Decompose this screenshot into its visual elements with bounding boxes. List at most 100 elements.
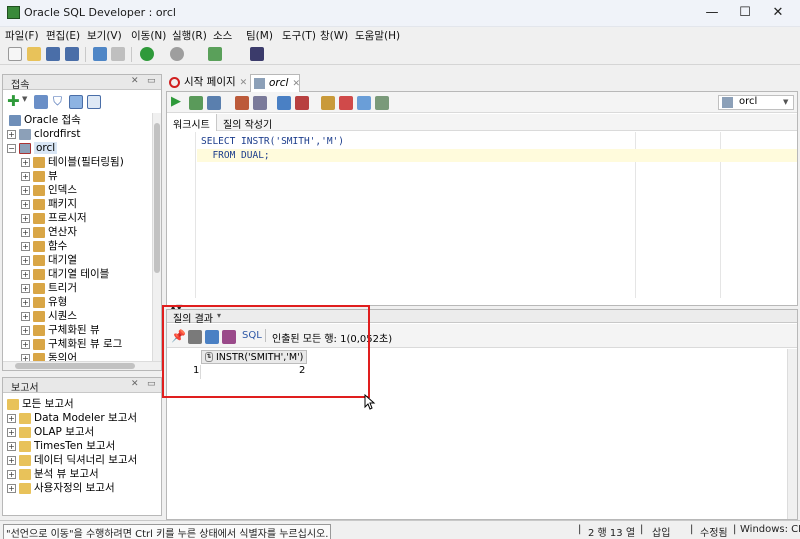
connection-selector[interactable]: orcl ▼: [718, 95, 794, 110]
tree-item[interactable]: + 데이터 딕셔너리 보고서: [7, 453, 159, 467]
menu-file[interactable]: 파일(F): [5, 28, 39, 43]
forward-icon[interactable]: [170, 47, 184, 61]
expand-icon[interactable]: +: [21, 325, 30, 335]
redo-icon[interactable]: [111, 47, 125, 61]
schema-browser-icon[interactable]: [69, 95, 83, 109]
tree-item[interactable]: + 프로시저: [7, 211, 152, 225]
back-icon[interactable]: [140, 47, 154, 61]
code-area[interactable]: SELECT INSTR('SMITH','M') FROM DUAL;: [167, 132, 797, 298]
expand-icon[interactable]: +: [21, 171, 30, 181]
maximize-button[interactable]: ☐: [731, 4, 759, 22]
collapse-icon[interactable]: [87, 95, 101, 109]
tab-start-page[interactable]: 시작 페이지 ✕: [166, 74, 248, 91]
menu-source[interactable]: 소스: [213, 28, 232, 43]
save-all-icon[interactable]: [65, 47, 79, 61]
sql-tuning-icon[interactable]: [321, 96, 335, 110]
binoculars-icon[interactable]: [250, 47, 264, 61]
add-connection-icon[interactable]: ✚: [7, 92, 20, 110]
menu-team[interactable]: 팀(M): [246, 28, 273, 43]
tree-item[interactable]: + 인덱스: [7, 183, 152, 197]
clear-icon[interactable]: [295, 96, 309, 110]
tree-item[interactable]: + 뷰: [7, 169, 152, 183]
tab-query-builder[interactable]: 질의 작성기: [223, 116, 272, 131]
filter-icon[interactable]: ⛉: [53, 94, 62, 109]
tree-item[interactable]: + 시퀀스: [7, 309, 152, 323]
menu-run[interactable]: 실행(R): [172, 28, 207, 43]
collapse-node-icon[interactable]: −: [7, 143, 16, 153]
autotrace-icon[interactable]: [277, 96, 291, 110]
tree-item[interactable]: + 대기열 테이블: [7, 267, 152, 281]
menu-tools[interactable]: 도구(T): [282, 28, 316, 43]
expand-icon[interactable]: +: [21, 157, 30, 167]
expand-icon[interactable]: +: [7, 427, 16, 437]
close-icon[interactable]: ✕: [240, 78, 248, 88]
tree-scrollbar[interactable]: [152, 113, 161, 363]
rollback-icon[interactable]: [235, 96, 249, 110]
expand-icon[interactable]: +: [21, 339, 30, 349]
tree-item[interactable]: + 분석 뷰 보고서: [7, 467, 159, 481]
expand-icon[interactable]: +: [7, 441, 16, 451]
panel-close-icon[interactable]: ✕: [131, 76, 139, 86]
menu-window[interactable]: 창(W): [320, 28, 348, 43]
close-icon[interactable]: ✕: [292, 79, 300, 89]
expand-icon[interactable]: +: [21, 227, 30, 237]
tree-item[interactable]: + 구체화된 뷰: [7, 323, 152, 337]
tree-item[interactable]: + 트리거: [7, 281, 152, 295]
run-statement-icon[interactable]: ▶: [171, 94, 181, 109]
close-button[interactable]: ✕: [764, 4, 792, 22]
sql-worksheet-icon[interactable]: [208, 47, 222, 61]
results-scrollbar[interactable]: [787, 349, 797, 519]
expand-icon[interactable]: +: [21, 241, 30, 251]
tab-worksheet[interactable]: 워크시트: [167, 114, 217, 131]
tab-orcl[interactable]: orcl ✕: [250, 74, 300, 92]
menu-edit[interactable]: 편집(E): [46, 28, 80, 43]
undo-icon[interactable]: [93, 47, 107, 61]
new-icon[interactable]: [8, 47, 22, 61]
tree-item[interactable]: + 구체화된 뷰 로그: [7, 337, 152, 351]
expand-icon[interactable]: +: [21, 185, 30, 195]
format-icon[interactable]: [375, 96, 389, 110]
tree-item[interactable]: + 대기열: [7, 253, 152, 267]
chevron-down-icon[interactable]: ▼: [22, 95, 27, 103]
tree-item[interactable]: + 사용자정의 보고서: [7, 481, 159, 495]
expand-icon[interactable]: +: [21, 283, 30, 293]
minimize-button[interactable]: —: [698, 4, 726, 22]
tree-item[interactable]: + OLAP 보고서: [7, 425, 159, 439]
expand-icon[interactable]: +: [7, 455, 16, 465]
expand-icon[interactable]: +: [21, 255, 30, 265]
open-icon[interactable]: [27, 47, 41, 61]
tree-hscrollbar[interactable]: [3, 361, 161, 370]
tree-root[interactable]: Oracle 접속: [7, 113, 152, 127]
refresh-icon[interactable]: [34, 95, 48, 109]
expand-icon[interactable]: +: [21, 199, 30, 209]
expand-icon[interactable]: +: [21, 297, 30, 307]
save-icon[interactable]: [46, 47, 60, 61]
tree-item[interactable]: + 패키지: [7, 197, 152, 211]
scrollbar-thumb[interactable]: [15, 363, 135, 369]
tree-item[interactable]: + 테이블(필터링됨): [7, 155, 152, 169]
tree-item[interactable]: + TimesTen 보고서: [7, 439, 159, 453]
expand-icon[interactable]: +: [7, 469, 16, 479]
panel-minimize-icon[interactable]: ▭: [147, 379, 156, 389]
tree-connection[interactable]: − orcl: [7, 141, 152, 155]
run-script-icon[interactable]: [189, 96, 203, 110]
expand-icon[interactable]: +: [7, 483, 16, 493]
expand-icon[interactable]: +: [21, 213, 30, 223]
tree-item[interactable]: + Data Modeler 보고서: [7, 411, 159, 425]
menu-help[interactable]: 도움말(H): [355, 28, 400, 43]
tree-item[interactable]: + 연산자: [7, 225, 152, 239]
panel-minimize-icon[interactable]: ▭: [147, 76, 156, 86]
explain-plan-icon[interactable]: [253, 96, 267, 110]
history-icon[interactable]: [357, 96, 371, 110]
eraser-icon[interactable]: [339, 96, 353, 110]
panel-close-icon[interactable]: ✕: [131, 379, 139, 389]
menu-navigate[interactable]: 이동(N): [131, 28, 166, 43]
expand-icon[interactable]: +: [21, 311, 30, 321]
menu-view[interactable]: 보기(V): [87, 28, 122, 43]
tree-connection[interactable]: + clordfirst: [7, 127, 152, 141]
tree-root[interactable]: 모든 보고서: [7, 397, 159, 411]
expand-icon[interactable]: +: [7, 129, 16, 139]
scrollbar-thumb[interactable]: [154, 123, 160, 273]
expand-icon[interactable]: +: [21, 269, 30, 279]
expand-icon[interactable]: +: [7, 413, 16, 423]
